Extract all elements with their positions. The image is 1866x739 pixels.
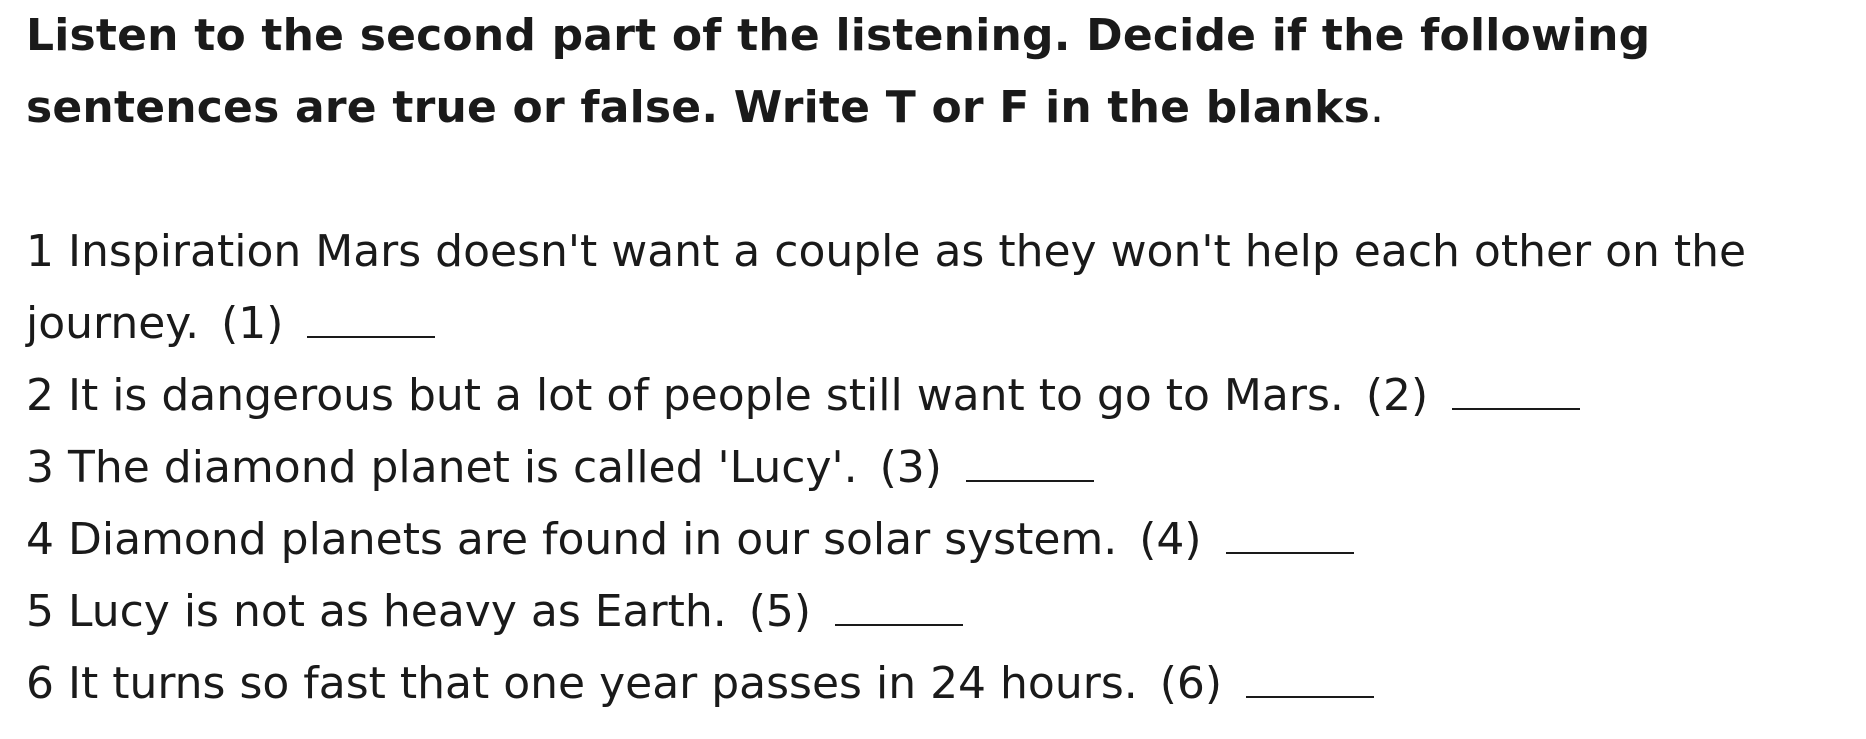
- instructions-period: .: [1369, 82, 1385, 133]
- question-number: (3): [879, 442, 942, 493]
- answer-blank[interactable]: [307, 298, 436, 338]
- question-text: 5 Lucy is not as heavy as Earth.: [26, 586, 727, 637]
- answer-blank[interactable]: [1246, 658, 1375, 698]
- answer-blank[interactable]: [1225, 514, 1354, 554]
- question-number: (5): [748, 586, 812, 637]
- answer-blank[interactable]: [1452, 370, 1581, 410]
- answer-blank[interactable]: [835, 586, 964, 626]
- answer-blank[interactable]: [965, 442, 1094, 482]
- question-number: (4): [1139, 514, 1202, 565]
- question-text: 2 It is dangerous but a lot of people st…: [26, 370, 1344, 421]
- instructions: Listen to the second part of the listeni…: [26, 0, 1846, 144]
- question-number: (6): [1159, 658, 1223, 709]
- question-text: 6 It turns so fast that one year passes …: [26, 658, 1138, 709]
- question-text: 3 The diamond planet is called 'Lucy'.: [26, 442, 858, 493]
- question-item: 3 The diamond planet is called 'Lucy'. (3…: [26, 432, 1846, 504]
- worksheet: Listen to the second part of the listeni…: [26, 0, 1846, 720]
- question-item: 4 Diamond planets are found in our solar…: [26, 504, 1846, 576]
- question-number: (2): [1365, 370, 1429, 421]
- question-item: 6 It turns so fast that one year passes …: [26, 648, 1846, 720]
- question-item: 2 It is dangerous but a lot of people st…: [26, 360, 1846, 432]
- question-list: 1 Inspiration Mars doesn't want a couple…: [26, 216, 1846, 720]
- question-text: 1 Inspiration Mars doesn't want a couple…: [26, 226, 1747, 349]
- question-text: 4 Diamond planets are found in our solar…: [26, 514, 1118, 565]
- question-item: 1 Inspiration Mars doesn't want a couple…: [26, 216, 1846, 360]
- question-item: 5 Lucy is not as heavy as Earth. (5): [26, 576, 1846, 648]
- instructions-text: Listen to the second part of the listeni…: [26, 10, 1651, 133]
- question-number: (1): [221, 298, 284, 349]
